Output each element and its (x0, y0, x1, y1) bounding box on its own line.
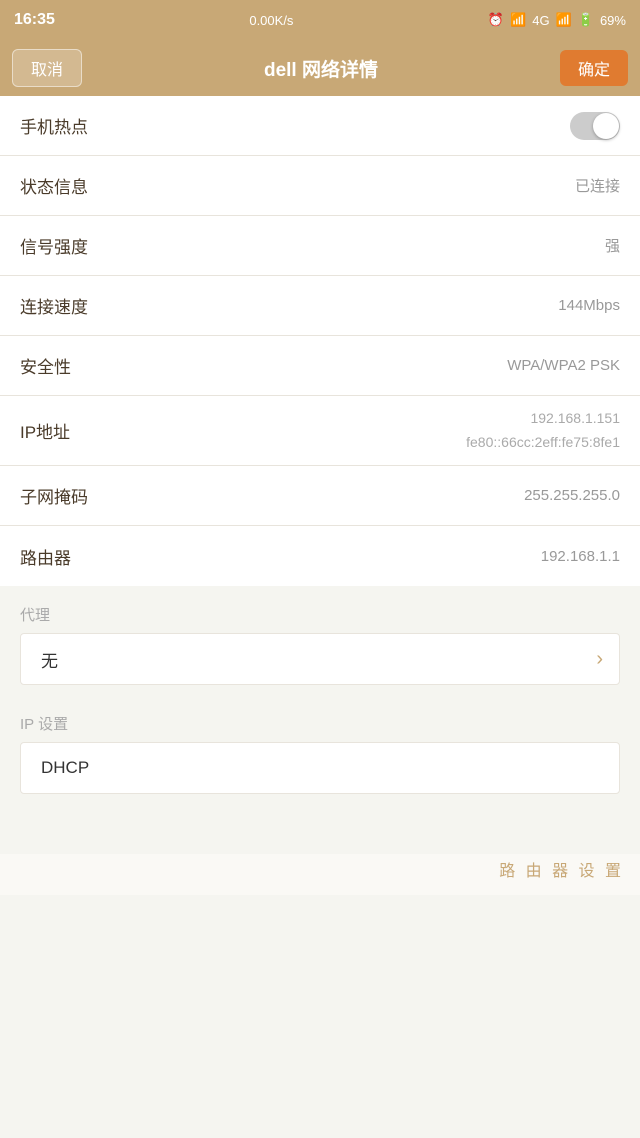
connection-speed-value: 144Mbps (558, 297, 620, 314)
nav-bar: 取消 dell 网络详情 确定 (0, 40, 640, 96)
cancel-button[interactable]: 取消 (12, 49, 82, 87)
signal-icon: 📶 (556, 12, 572, 28)
status-bar: 16:35 0.00K/s ⏰ 📶 4G 📶 🔋 69% (0, 0, 640, 40)
ip-v4: 192.168.1.151 (466, 407, 620, 431)
dhcp-value: DHCP (41, 758, 89, 778)
ip-label: IP地址 (20, 418, 70, 443)
ip-settings-header: IP 设置 (20, 713, 620, 734)
subnet-label: 子网掩码 (20, 483, 88, 508)
battery-level: 69% (600, 13, 626, 28)
proxy-value: 无 (41, 647, 58, 672)
signal-label: 信号强度 (20, 233, 88, 258)
security-label: 安全性 (20, 353, 71, 378)
clock-icon: ⏰ (488, 12, 504, 28)
connection-speed-label: 连接速度 (20, 293, 88, 318)
status-time: 16:35 (14, 11, 55, 29)
status-icons: ⏰ 📶 4G 📶 🔋 69% (488, 12, 626, 28)
hotspot-toggle[interactable] (570, 112, 620, 140)
hotspot-label: 手机热点 (20, 113, 88, 138)
security-row: 安全性 WPA/WPA2 PSK (0, 336, 640, 396)
router-settings-button[interactable]: 路 由 器 设 置 (499, 857, 624, 881)
ip-values: 192.168.1.151 fe80::66cc:2eff:fe75:8fe1 (466, 407, 620, 455)
proxy-input-row[interactable]: 无 › (20, 633, 620, 685)
battery-icon: 🔋 (578, 12, 594, 28)
chevron-right-icon: › (596, 648, 603, 671)
toggle-knob (593, 113, 619, 139)
ip-address-row: IP地址 192.168.1.151 fe80::66cc:2eff:fe75:… (0, 396, 640, 466)
hotspot-row: 手机热点 (0, 96, 640, 156)
content-area: 手机热点 状态信息 已连接 信号强度 强 连接速度 144Mbps 安全性 WP… (0, 96, 640, 895)
signal-value: 强 (605, 235, 620, 256)
status-speed: 0.00K/s (249, 13, 293, 28)
status-label: 状态信息 (20, 173, 88, 198)
ip-settings-content: IP 设置 DHCP (0, 695, 640, 854)
router-label: 路由器 (20, 544, 71, 569)
ip-v6: fe80::66cc:2eff:fe75:8fe1 (466, 431, 620, 455)
router-row: 路由器 192.168.1.1 (0, 526, 640, 586)
proxy-section: 代理 无 › (0, 586, 640, 695)
router-value: 192.168.1.1 (541, 548, 620, 565)
ip-settings-section: IP 设置 DHCP 路 由 器 设 置 (0, 695, 640, 895)
subnet-value: 255.255.255.0 (524, 487, 620, 504)
signal-row: 信号强度 强 (0, 216, 640, 276)
security-value: WPA/WPA2 PSK (507, 357, 620, 374)
connection-speed-row: 连接速度 144Mbps (0, 276, 640, 336)
dhcp-input-row[interactable]: DHCP (20, 742, 620, 794)
page-title: dell 网络详情 (264, 55, 378, 82)
subnet-row: 子网掩码 255.255.255.0 (0, 466, 640, 526)
proxy-section-header: 代理 (20, 604, 620, 625)
wifi-icon: 📶 (510, 12, 526, 28)
status-row: 状态信息 已连接 (0, 156, 640, 216)
network-type: 4G (532, 13, 549, 28)
confirm-button[interactable]: 确定 (560, 50, 628, 86)
status-value: 已连接 (575, 175, 620, 196)
